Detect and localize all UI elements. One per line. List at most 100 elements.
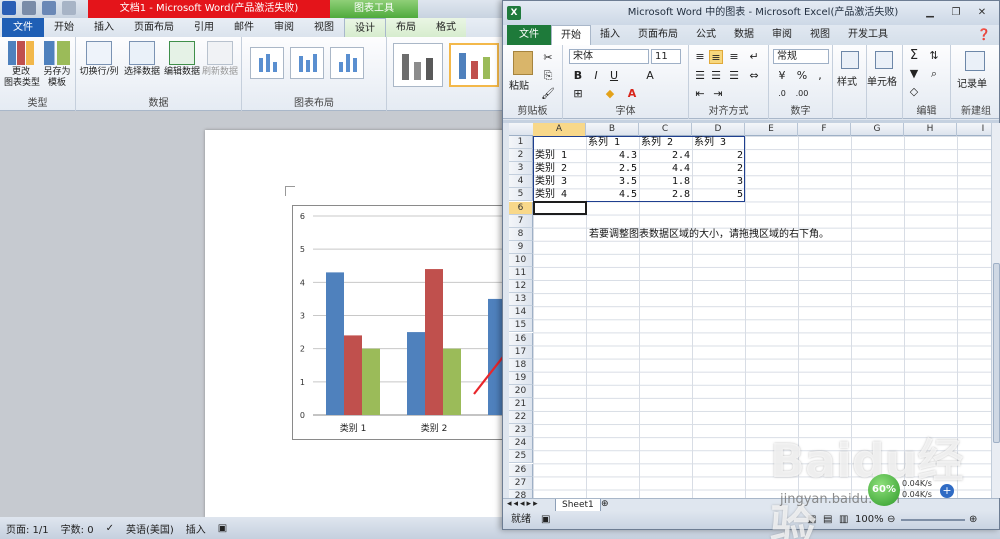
bold-button[interactable]: B — [571, 69, 585, 83]
align-right-icon[interactable]: ☰ — [727, 69, 741, 83]
excel-tab-file[interactable]: 文件 — [507, 25, 551, 45]
currency-icon[interactable]: ¥ — [775, 69, 789, 83]
font-name-select[interactable]: 宋体 — [569, 49, 649, 64]
sort-filter-icon[interactable]: ⇅ — [927, 49, 941, 63]
row-header-23[interactable]: 23 — [509, 424, 533, 438]
cell-c5[interactable]: 2.8 — [641, 188, 690, 201]
wrap-text-icon[interactable]: ↵ — [747, 50, 761, 64]
select-data-button[interactable]: 选择数据 — [122, 41, 162, 78]
row-header-26[interactable]: 26 — [509, 463, 533, 477]
merge-center-icon[interactable]: ⇔ — [747, 69, 761, 83]
format-painter-icon[interactable]: 🖌 — [541, 87, 555, 101]
decrease-indent-icon[interactable]: ⇤ — [693, 87, 707, 101]
word-tab-insert[interactable]: 插入 — [84, 18, 124, 37]
cell-d1[interactable]: 系列 3 — [694, 136, 743, 149]
network-speed-widget[interactable]: 60% 0.04K/s 0.04K/s + — [862, 474, 957, 508]
sheet-nav-arrows[interactable]: ◂◂◂▸▸ — [507, 499, 540, 509]
cells-button[interactable]: 单元格 — [867, 73, 897, 88]
insert-mode[interactable]: 插入 — [186, 521, 206, 536]
paste-icon[interactable] — [513, 51, 533, 75]
align-center-icon[interactable]: ☰ — [709, 69, 723, 83]
cell-b1[interactable]: 系列 1 — [588, 136, 637, 149]
restore-icon[interactable]: ❐ — [947, 6, 965, 19]
refresh-data-button[interactable]: 刷新数据 — [200, 41, 240, 78]
row-header-7[interactable]: 7 — [509, 214, 533, 228]
cell-a5[interactable]: 类别 4 — [535, 188, 584, 201]
word-tab-format[interactable]: 格式 — [426, 18, 466, 37]
undo-icon[interactable] — [42, 1, 56, 15]
record-form-button[interactable]: 记录单 — [957, 75, 987, 90]
excel-tab-formulas[interactable]: 公式 — [687, 25, 725, 45]
excel-tab-page-layout[interactable]: 页面布局 — [629, 25, 687, 45]
row-header-4[interactable]: 4 — [509, 175, 533, 189]
increase-indent-icon[interactable]: ⇥ — [711, 87, 725, 101]
cell-b4[interactable]: 3.5 — [588, 175, 637, 188]
cut-icon[interactable]: ✂ — [541, 51, 555, 65]
excel-tab-home[interactable]: 开始 — [551, 25, 591, 45]
row-header-14[interactable]: 14 — [509, 306, 533, 320]
word-count[interactable]: 字数: 0 — [61, 521, 94, 536]
cell-d2[interactable]: 2 — [694, 149, 743, 162]
align-left-icon[interactable]: ☰ — [693, 69, 707, 83]
change-chart-type-button[interactable]: 更改 图表类型 — [4, 41, 40, 89]
word-tab-layout[interactable]: 布局 — [386, 18, 426, 37]
word-tab-review[interactable]: 审阅 — [264, 18, 304, 37]
row-header-24[interactable]: 24 — [509, 437, 533, 451]
cell-a3[interactable]: 类别 2 — [535, 162, 584, 175]
excel-tab-review[interactable]: 审阅 — [763, 25, 801, 45]
row-header-13[interactable]: 13 — [509, 293, 533, 307]
underline-button[interactable]: U — [607, 69, 621, 83]
row-header-19[interactable]: 19 — [509, 371, 533, 385]
row-header-18[interactable]: 18 — [509, 358, 533, 372]
save-icon[interactable] — [22, 1, 36, 15]
number-format-select[interactable]: 常规 — [773, 49, 829, 64]
row-header-21[interactable]: 21 — [509, 398, 533, 412]
help-icon[interactable]: ❓ — [977, 25, 991, 45]
copy-icon[interactable]: ⎘ — [541, 69, 555, 83]
row-header-3[interactable]: 3 — [509, 162, 533, 176]
word-tab-references[interactable]: 引用 — [184, 18, 224, 37]
word-tab-home[interactable]: 开始 — [44, 18, 84, 37]
row-header-8[interactable]: 8 — [509, 227, 533, 241]
column-header-f[interactable]: F — [798, 123, 851, 136]
fill-color-icon[interactable]: ◆ — [603, 87, 617, 101]
excel-tab-view[interactable]: 视图 — [801, 25, 839, 45]
row-header-2[interactable]: 2 — [509, 149, 533, 163]
comma-icon[interactable]: , — [813, 69, 827, 83]
cell-b5[interactable]: 4.5 — [588, 188, 637, 201]
word-tab-view[interactable]: 视图 — [304, 18, 344, 37]
row-header-9[interactable]: 9 — [509, 240, 533, 254]
minimize-icon[interactable]: ▁ — [921, 6, 939, 19]
styles-button[interactable]: 样式 — [837, 73, 857, 88]
macro-record-icon[interactable]: ▣ — [218, 523, 227, 534]
cell-b3[interactable]: 2.5 — [588, 162, 637, 175]
paste-button[interactable]: 粘贴 — [509, 77, 529, 92]
insert-sheet-icon[interactable]: ⊕ — [601, 499, 609, 509]
row-header-12[interactable]: 12 — [509, 280, 533, 294]
column-header-d[interactable]: D — [692, 123, 745, 136]
align-top-icon[interactable]: ≡ — [693, 50, 707, 64]
save-as-template-button[interactable]: 另存为 模板 — [40, 41, 74, 89]
excel-app-icon[interactable]: X — [507, 6, 521, 20]
cell-b2[interactable]: 4.3 — [588, 149, 637, 162]
chart-layout-1[interactable] — [250, 47, 284, 79]
row-header-17[interactable]: 17 — [509, 345, 533, 359]
cell-c1[interactable]: 系列 2 — [641, 136, 690, 149]
row-header-28[interactable]: 28 — [509, 489, 533, 498]
decrease-decimal-icon[interactable]: .00 — [795, 87, 809, 101]
borders-icon[interactable]: ⊞ — [571, 87, 585, 101]
word-app-icon[interactable] — [2, 1, 16, 15]
speed-widget-plus-icon[interactable]: + — [940, 484, 954, 498]
speed-ball[interactable]: 60% — [868, 474, 900, 506]
macro-record-icon[interactable]: ▣ — [541, 511, 550, 529]
chart-style-gray[interactable] — [393, 43, 443, 87]
excel-tab-data[interactable]: 数据 — [725, 25, 763, 45]
column-header-a[interactable]: A — [533, 123, 586, 136]
close-icon[interactable]: ✕ — [973, 6, 991, 19]
fill-icon[interactable]: ▼ — [907, 67, 921, 81]
find-icon[interactable]: ⌕ — [927, 67, 941, 81]
cell-c4[interactable]: 1.8 — [641, 175, 690, 188]
excel-tab-insert[interactable]: 插入 — [591, 25, 629, 45]
row-header-16[interactable]: 16 — [509, 332, 533, 346]
chart-layout-3[interactable] — [330, 47, 364, 79]
